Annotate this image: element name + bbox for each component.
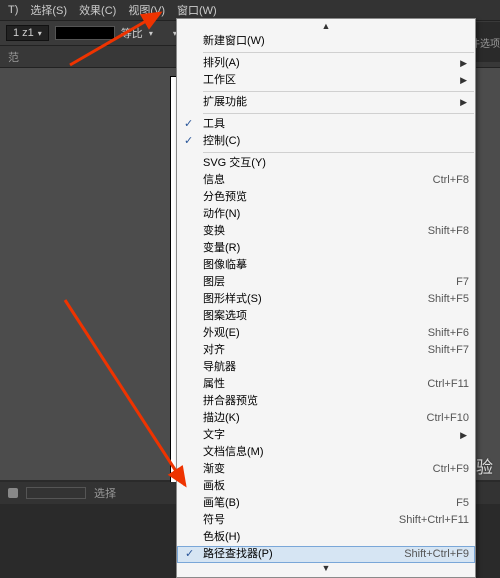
stroke-label: 等比 [121,25,143,41]
menu-item-svg[interactable]: SVG 交互(Y) [177,155,475,172]
menu-item-graphic-styles[interactable]: 图形样式(S)Shift+F5 [177,291,475,308]
menubar: T) 选择(S) 效果(C) 视图(V) 窗口(W) [0,0,500,20]
menu-item-control[interactable]: ✓ 控制(C) [177,133,475,150]
check-icon: ✓ [184,134,193,149]
menu-item-stroke[interactable]: 描边(K)Ctrl+F10 [177,410,475,427]
menu-item-pattern-options[interactable]: 图案选项 [177,308,475,325]
menu-t[interactable]: T) [2,2,24,18]
chevron-down-icon[interactable]: ▾ [149,29,153,38]
secondary-label: 范 [8,49,19,65]
menu-item-workspace[interactable]: 工作区 ▶ [177,72,475,89]
status-field[interactable] [26,487,86,499]
menu-separator [203,52,474,53]
menu-item-new-window[interactable]: 新建窗口(W) [177,33,475,50]
menu-item-gradient[interactable]: 渐变Ctrl+F9 [177,461,475,478]
submenu-arrow-icon: ▶ [460,73,467,88]
menu-item-variables[interactable]: 变量(R) [177,240,475,257]
status-icon [8,488,18,498]
menu-item-transform[interactable]: 变换Shift+F8 [177,223,475,240]
menu-item-image-trace[interactable]: 图像临摹 [177,257,475,274]
menu-item-navigator[interactable]: 导航器 [177,359,475,376]
window-menu: ▲ 新建窗口(W) 排列(A) ▶ 工作区 ▶ 扩展功能 ▶ ✓ 工具 ✓ 控制… [176,18,476,578]
menu-item-symbols[interactable]: 符号Shift+Ctrl+F11 [177,512,475,529]
menu-separator [203,91,474,92]
menu-window[interactable]: 窗口(W) [171,0,223,20]
scroll-down-icon[interactable]: ▼ [177,563,475,575]
menu-item-artboards[interactable]: 画板 [177,478,475,495]
submenu-arrow-icon: ▶ [460,428,467,443]
menu-item-arrange[interactable]: 排列(A) ▶ [177,55,475,72]
preset-dropdown[interactable]: 1 z1 ▾ [6,25,49,41]
menu-item-pathfinder[interactable]: ✓ 路径查找器(P) Shift+Ctrl+F9 [177,546,475,563]
menu-item-appearance[interactable]: 外观(E)Shift+F6 [177,325,475,342]
scroll-up-icon[interactable]: ▲ [177,21,475,33]
check-icon: ✓ [184,117,193,132]
menu-item-extensions[interactable]: 扩展功能 ▶ [177,94,475,111]
menu-item-info[interactable]: 信息Ctrl+F8 [177,172,475,189]
menu-item-flattener[interactable]: 拼合器预览 [177,393,475,410]
menu-select[interactable]: 选择(S) [24,0,73,20]
menu-item-doc-info[interactable]: 文档信息(M) [177,444,475,461]
menu-item-tools[interactable]: ✓ 工具 [177,116,475,133]
status-label: 选择 [94,485,116,501]
stroke-preview[interactable] [55,26,115,40]
submenu-arrow-icon: ▶ [460,95,467,110]
menu-item-attributes[interactable]: 属性Ctrl+F11 [177,376,475,393]
menu-item-align[interactable]: 对齐Shift+F7 [177,342,475,359]
menu-item-swatches[interactable]: 色板(H) [177,529,475,546]
menu-effect[interactable]: 效果(C) [73,0,122,20]
menu-item-actions[interactable]: 动作(N) [177,206,475,223]
menu-item-type[interactable]: 文字▶ [177,427,475,444]
menu-view[interactable]: 视图(V) [122,0,171,20]
menu-item-sep-preview[interactable]: 分色预览 [177,189,475,206]
chevron-down-icon: ▾ [38,29,42,38]
check-icon: ✓ [185,547,194,562]
preset-value: 1 z1 [13,27,34,39]
submenu-arrow-icon: ▶ [460,56,467,71]
menu-separator [203,113,474,114]
menu-item-layers[interactable]: 图层F7 [177,274,475,291]
menu-separator [203,152,474,153]
